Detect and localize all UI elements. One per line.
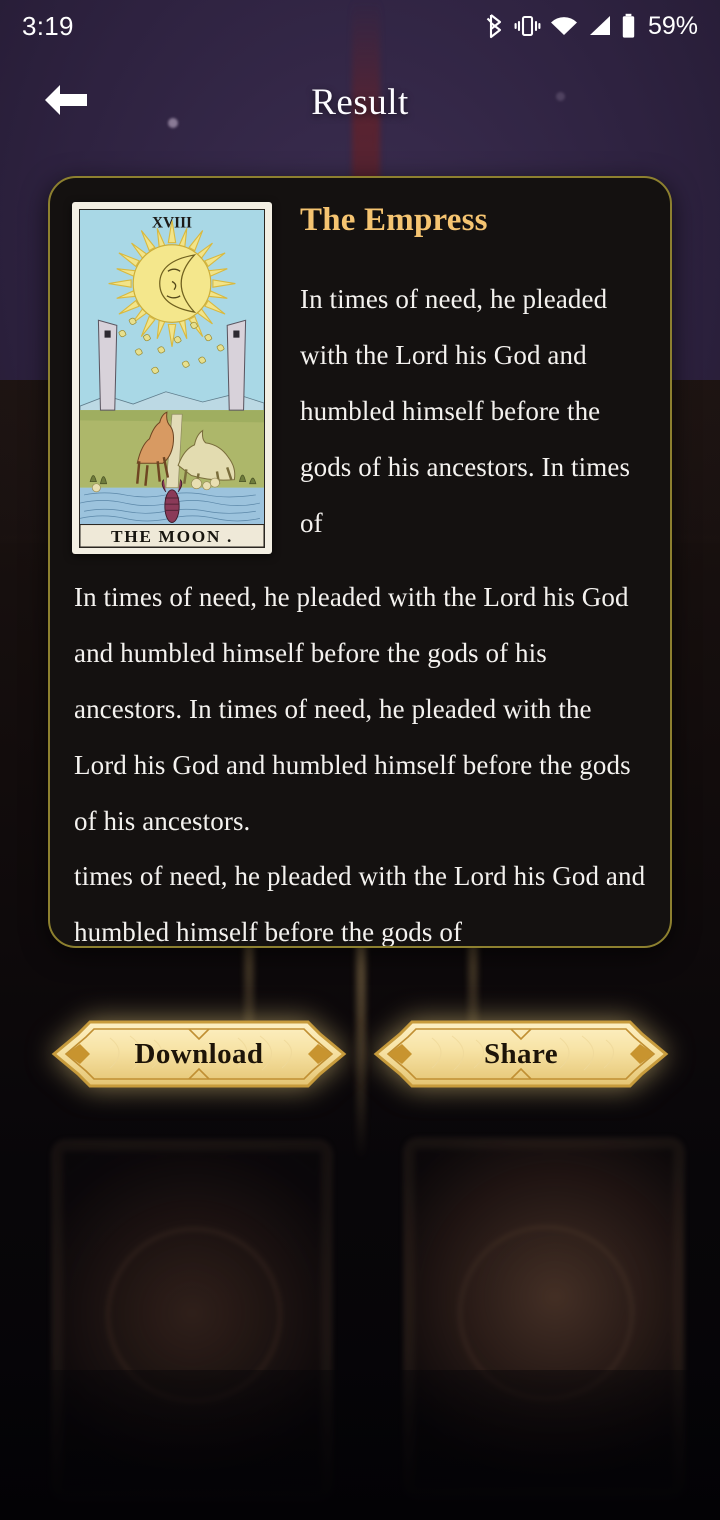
status-bar: 3:19 59%: [0, 0, 720, 52]
tarot-card-caption: THE MOON .: [111, 527, 233, 546]
status-bar-clock: 3:19: [22, 10, 74, 41]
page-title: Result: [311, 81, 409, 123]
app-header: Result: [0, 52, 720, 152]
result-scroll-area[interactable]: XVIII THE MOON . The Empress In times of…: [50, 178, 670, 948]
card-text-column: The Empress In times of need, he pleaded…: [272, 202, 648, 552]
tarot-card-numeral: XVIII: [152, 214, 192, 231]
action-button-row: Download Share: [0, 1018, 720, 1096]
card-summary-row: XVIII THE MOON . The Empress In times of…: [72, 202, 648, 554]
vibrate-icon: [514, 14, 541, 38]
wifi-icon: [550, 15, 578, 37]
share-button[interactable]: Share: [372, 1018, 670, 1090]
share-button-label: Share: [484, 1037, 558, 1070]
background-bottom-fade: [0, 1370, 720, 1520]
status-bar-icons: 59%: [486, 12, 698, 41]
bluetooth-icon: [486, 13, 505, 39]
download-button-label: Download: [134, 1037, 264, 1070]
the-moon-tarot-card: XVIII THE MOON .: [72, 202, 272, 554]
result-body-paragraph-2: times of need, he pleaded with the Lord …: [74, 861, 646, 948]
download-button[interactable]: Download: [50, 1018, 348, 1090]
result-body-paragraph: In times of need, he pleaded with the Lo…: [74, 582, 631, 836]
battery-icon: [621, 13, 636, 39]
battery-percent-label: 59%: [647, 11, 698, 40]
card-title: The Empress: [300, 202, 488, 238]
result-card-panel[interactable]: XVIII THE MOON . The Empress In times of…: [48, 176, 672, 948]
tarot-card-artwork: XVIII THE MOON .: [79, 209, 265, 548]
card-description: In times of need, he pleaded with the Lo…: [300, 284, 631, 538]
cellular-signal-icon: [587, 15, 612, 37]
